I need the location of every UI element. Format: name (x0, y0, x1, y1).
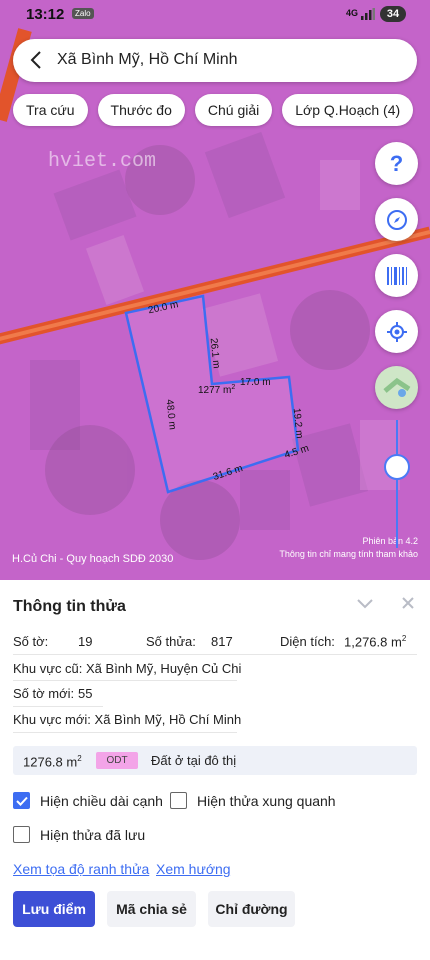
parcel-label: Số thửa: (146, 634, 196, 649)
map-layer-button[interactable] (375, 366, 418, 409)
close-icon[interactable] (401, 596, 415, 610)
compass-icon (386, 209, 407, 230)
parcel-info-panel: Thông tin thửa Số tờ: 19 Số thửa: 817 Di… (0, 580, 430, 960)
tool-chips: Tra cứu Thước đo Chú giải Lớp Q.Hoạch (4… (13, 94, 414, 126)
show-neighbors-label: Hiện thửa xung quanh (197, 792, 336, 809)
parcel-value: 817 (211, 634, 233, 649)
chip-lookup[interactable]: Tra cứu (13, 94, 88, 126)
area-label: Diện tích: (280, 634, 335, 649)
new-sheet-value: 55 (78, 686, 93, 701)
status-bar: 13:12 Zalo 4G 34 (0, 0, 430, 30)
panel-title: Thông tin thửa (13, 598, 126, 615)
compass-button[interactable] (375, 198, 418, 241)
map-canvas[interactable] (0, 0, 430, 580)
checkbox-checked-icon[interactable] (13, 792, 30, 809)
battery-icon: 34 (380, 6, 406, 22)
divider (13, 654, 417, 655)
land-use-row: 1276.8 m2 ODT Đất ở tại đô thị (13, 746, 417, 775)
new-area-text: Khu vực mới: Xã Bình Mỹ, Hồ Chí Minh (13, 712, 242, 727)
old-area-text: Khu vực cũ: Xã Bình Mỹ, Huyện Củ Chi (13, 661, 242, 676)
map-view[interactable]: hviet.com 20.0 m 26.1 m 17.0 m 19.2 m 4.… (0, 0, 430, 580)
new-sheet-label: Số tờ mới: (13, 686, 75, 701)
divider (13, 732, 237, 733)
locate-button[interactable] (375, 310, 418, 353)
share-code-button[interactable]: Mã chia sẻ (107, 891, 196, 927)
disclaimer-label: Thông tin chỉ mang tính tham khảo (279, 549, 418, 559)
zalo-icon: Zalo (72, 8, 94, 19)
save-point-button[interactable]: Lưu điểm (13, 891, 95, 927)
chip-planning-layers[interactable]: Lớp Q.Hoạch (4) (282, 94, 414, 126)
show-saved-label: Hiện thửa đã lưu (40, 826, 146, 843)
sheet-label: Số tờ: (13, 634, 49, 649)
crosshair-icon (386, 321, 407, 342)
location-header[interactable]: Xã Bình Mỹ, Hồ Chí Minh (13, 39, 417, 82)
land-use-code-badge: ODT (96, 752, 138, 769)
signal-icon (361, 8, 375, 20)
map-layer-icon (382, 377, 410, 397)
barcode-button[interactable] (375, 254, 418, 297)
question-icon: ? (389, 150, 404, 176)
status-time: 13:12 (26, 6, 65, 23)
directions-button[interactable]: Chỉ đường (208, 891, 295, 927)
checkbox-unchecked-icon[interactable] (170, 792, 187, 809)
divider (13, 680, 237, 681)
zoom-slider-track[interactable] (396, 420, 398, 548)
show-edge-length-checkbox[interactable]: Hiện chiều dài cạnh (13, 792, 163, 809)
checkbox-unchecked-icon[interactable] (13, 826, 30, 843)
show-saved-checkbox[interactable]: Hiện thửa đã lưu (13, 826, 145, 843)
chevron-down-icon[interactable] (357, 598, 373, 610)
watermark: hviet.com (48, 150, 157, 173)
view-coordinates-link[interactable]: Xem tọa độ ranh thửa (13, 861, 149, 877)
back-arrow-icon[interactable] (27, 50, 47, 70)
show-neighbors-checkbox[interactable]: Hiện thửa xung quanh (170, 792, 336, 809)
land-use-area: 1276.8 m2 (23, 754, 82, 770)
chip-measure[interactable]: Thước đo (97, 94, 185, 126)
version-label: Phiên bản 4.2 (362, 536, 418, 546)
view-direction-link[interactable]: Xem hướng (156, 861, 231, 877)
chip-legend[interactable]: Chú giải (194, 94, 273, 126)
help-button[interactable]: ? (375, 142, 418, 185)
divider (13, 706, 103, 707)
zoom-slider-handle[interactable] (384, 454, 410, 480)
sheet-value: 19 (78, 634, 93, 649)
location-title[interactable]: Xã Bình Mỹ, Hồ Chí Minh (57, 51, 238, 69)
barcode-icon (386, 266, 407, 285)
plan-layer-label: H.Củ Chi - Quy hoạch SDĐ 2030 (12, 553, 174, 565)
show-edge-length-label: Hiện chiều dài cạnh (40, 792, 163, 809)
network-label: 4G (346, 8, 359, 18)
land-use-name: Đất ở tại đô thị (151, 753, 237, 768)
area-value: 1,276.8 m2 (344, 634, 407, 650)
